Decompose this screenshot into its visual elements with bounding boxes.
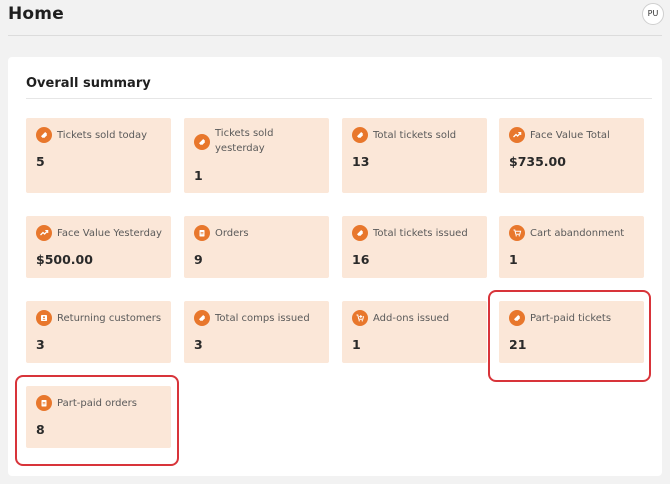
tile-label: Tickets sold today [57,130,148,141]
tile-label: Orders [215,228,249,239]
tile-label: Total tickets sold [373,130,457,141]
tile-label: Part-paid orders [57,398,138,409]
cart-icon [509,225,525,241]
tile-label: Cart abandonment [530,228,625,239]
tile-returning-customers: Returning customers 3 [26,301,171,363]
tile-label: Face Value Total [530,130,610,141]
page-header: Home PU [8,0,664,36]
tile-face-value-yesterday: Face Value Yesterday $500.00 [26,216,171,278]
tile-value: 5 [36,154,45,169]
trend-up-icon [36,225,52,241]
tile-value: 8 [36,422,45,437]
ticket-icon [352,127,368,143]
tile-value: 3 [36,337,45,352]
ticket-icon [352,225,368,241]
ticket-icon [194,134,210,150]
user-badge-icon [36,310,52,326]
tile-part-paid-orders: Part-paid orders 8 [26,386,171,448]
tile-label: Total tickets issued [373,228,468,239]
tile-label: Add-ons issued [373,313,450,324]
tile-label: Total comps issued [215,313,310,324]
tile-tickets-sold-today: Tickets sold today 5 [26,118,171,193]
tile-part-paid-tickets: Part-paid tickets 21 [499,301,644,363]
tile-value: 13 [352,154,370,169]
tile-label: Part-paid tickets [530,313,612,324]
page-title: Home [8,4,64,24]
tile-value: 1 [194,168,203,183]
tile-value: 3 [194,337,203,352]
clipboard-icon [194,225,210,241]
tile-value: 9 [194,252,203,267]
tile-tickets-sold-yesterday: Tickets sold yesterday 1 [184,118,329,193]
ticket-icon [509,310,525,326]
tile-add-ons-issued: Add-ons issued 1 [342,301,487,363]
clipboard-icon [36,395,52,411]
tile-face-value-total: Face Value Total $735.00 [499,118,644,193]
ticket-icon [194,310,210,326]
summary-title: Overall summary [26,76,151,91]
tile-cart-abandonment: Cart abandonment 1 [499,216,644,278]
summary-divider [26,98,652,99]
tile-label: Face Value Yesterday [57,228,162,239]
tile-value: 16 [352,252,370,267]
tile-value: 1 [509,252,518,267]
tile-value: $735.00 [509,154,566,169]
tile-value: 21 [509,337,527,352]
tile-orders: Orders 9 [184,216,329,278]
tile-label: Returning customers [57,313,162,324]
ticket-icon [36,127,52,143]
tile-value: 1 [352,337,361,352]
user-avatar[interactable]: PU [642,3,664,25]
cart-plus-icon [352,310,368,326]
tile-total-tickets-sold: Total tickets sold 13 [342,118,487,193]
tile-total-tickets-issued: Total tickets issued 16 [342,216,487,278]
overall-summary-card: Overall summary Tickets sold today 5 Tic… [8,57,662,476]
trend-up-icon [509,127,525,143]
tile-total-comps-issued: Total comps issued 3 [184,301,329,363]
tile-value: $500.00 [36,252,93,267]
tile-label: Tickets sold yesterday [215,128,274,154]
